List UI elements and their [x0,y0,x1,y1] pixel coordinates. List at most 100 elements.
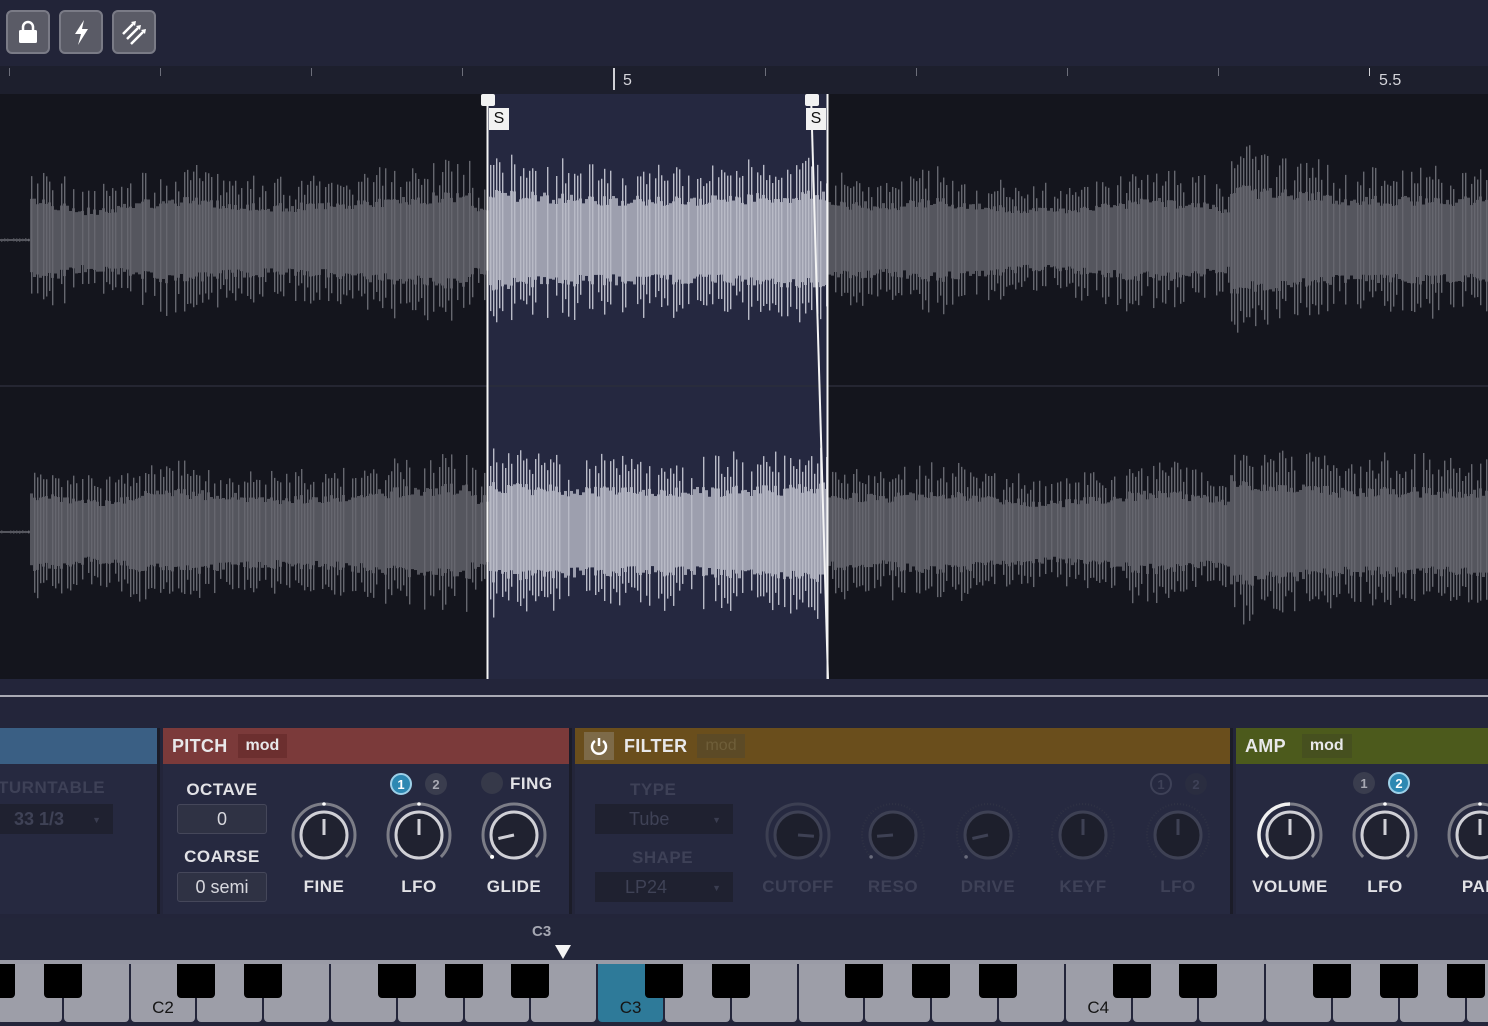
knob-min-dot [869,855,873,859]
amp-lfo2-selector[interactable]: 2 [1388,772,1410,794]
ruler-tick [1369,68,1370,76]
selection-start-handle[interactable] [481,94,495,106]
piano-black-key[interactable] [979,964,1017,998]
selection-end-handle[interactable] [805,94,819,106]
volume-knob[interactable] [1255,800,1325,870]
pitch-lfo2-selector[interactable]: 2 [425,773,447,795]
amp-panel-header: AMP mod [1236,728,1488,764]
flash-button[interactable] [59,10,103,54]
amp-lfo-knob[interactable] [1350,800,1420,870]
source-panel: TURNTABLE 33 1/3 ▼ [0,728,160,914]
ruler-label: 5 [623,72,632,89]
filter-panel: FILTER mod TYPE Tube ▼ SHAPE LP24 ▼ 1 2 … [575,728,1233,914]
piano-black-key[interactable] [711,964,750,998]
piano-black-key[interactable] [1313,964,1351,998]
pitch-panel: PITCH mod OCTAVE 0 COARSE 0 semi 1 2 FIN… [163,728,572,914]
octave-label: OCTAVE [186,780,258,799]
ruler-tick [9,68,10,76]
piano-black-key[interactable] [1446,964,1485,998]
selection-start-flag: S [489,108,509,130]
pitch-lfo1-selector[interactable]: 1 [390,773,412,795]
filter-type-dropdown[interactable]: Tube ▼ [595,804,733,834]
glide-knob[interactable] [479,800,549,870]
knob-center-dot [417,802,421,806]
timeline-ruler[interactable]: 5 5.5 [0,66,1488,94]
filter-shape-dropdown[interactable]: LP24 ▼ [595,872,733,902]
multi-arrow-button[interactable] [112,10,156,54]
pan-label: PAN [1461,877,1488,896]
filter-panel-header: FILTER mod [575,728,1230,764]
glide-label: GLIDE [486,877,542,896]
cutoff-knob[interactable] [763,800,833,870]
waveform-divider [0,695,1488,697]
filter-power-button[interactable] [584,732,614,760]
coarse-field[interactable]: 0 semi [177,872,267,902]
filter-title: FILTER [624,735,688,756]
power-icon [590,738,608,755]
drive-knob[interactable] [953,800,1023,870]
root-note-marker-icon[interactable] [555,945,571,959]
ruler-tick [765,68,766,76]
filter-type-value: Tube [629,808,670,829]
piano-black-key[interactable] [0,964,15,998]
piano-black-key[interactable] [43,964,82,998]
dropdown-caret-icon: ▼ [92,815,101,825]
coarse-label: COARSE [184,847,260,866]
source-panel-header [0,728,157,764]
filter-mod-button[interactable]: mod [697,734,745,758]
fine-label: FINE [303,877,345,896]
filter-lfo-knob[interactable] [1143,800,1213,870]
pitch-title: PITCH [172,735,228,756]
piano-black-key[interactable] [1112,964,1151,998]
piano-black-key[interactable] [511,964,550,998]
reso-label: RESO [867,877,919,896]
filter-lfo-label: LFO [1160,877,1196,896]
pitch-mod-button[interactable]: mod [237,734,288,758]
keyboard-header: C3 [0,918,1488,960]
amp-panel: AMP mod 1 2 VOLUME LFO PAN [1236,728,1488,914]
piano-black-key[interactable] [244,964,283,998]
piano-black-key[interactable] [845,964,884,998]
cutoff-label: CUTOFF [762,877,834,896]
multi-arrow-icon [122,21,146,45]
piano-black-key[interactable] [912,964,951,998]
amp-lfo-label: LFO [1367,877,1403,896]
pitch-lfo-knob[interactable] [384,800,454,870]
pan-knob[interactable] [1445,800,1488,870]
fing-toggle[interactable] [481,772,503,794]
key-label: C2 [152,998,174,1017]
piano-black-key[interactable] [377,964,416,998]
lock-button[interactable] [6,10,50,54]
ruler-tick [916,68,917,76]
piano-black-key[interactable] [1179,964,1218,998]
filter-lfo1-selector[interactable]: 1 [1150,773,1172,795]
filter-lfo2-selector[interactable]: 2 [1185,773,1207,795]
piano-black-key[interactable] [444,964,483,998]
amp-lfo1-selector[interactable]: 1 [1353,772,1375,794]
octave-field[interactable]: 0 [177,804,267,834]
piano-keyboard[interactable]: C2 C3 C4 [0,964,1488,1026]
piano-black-key[interactable] [1379,964,1418,998]
amp-title: AMP [1245,735,1286,756]
keyf-knob[interactable] [1048,800,1118,870]
ruler-tick [462,68,463,76]
dropdown-caret-icon: ▼ [712,883,721,893]
piano-black-key[interactable] [177,964,216,998]
filter-type-label: TYPE [630,780,677,799]
amp-mod-button[interactable]: mod [1301,734,1352,758]
knob-body [1455,810,1488,860]
reso-knob[interactable] [858,800,928,870]
piano-black-key[interactable] [645,964,683,998]
drive-label: DRIVE [960,877,1016,896]
knob-center-dot [1383,802,1387,806]
fing-label: FING [510,774,553,793]
waveform-display[interactable]: S S [0,94,1488,679]
ruler-tick [1067,68,1068,76]
knob-pointer [876,833,894,838]
turntable-dropdown[interactable]: 33 1/3 ▼ [0,804,113,834]
root-note-label: C3 [532,923,552,940]
filter-shape-value: LP24 [625,876,668,897]
fine-knob[interactable] [289,800,359,870]
dropdown-caret-icon: ▼ [712,815,721,825]
sampler-window: 5 5.5 S S TURNTABLE 33 1/3 ▼ PITCH mod O… [0,0,1488,1026]
